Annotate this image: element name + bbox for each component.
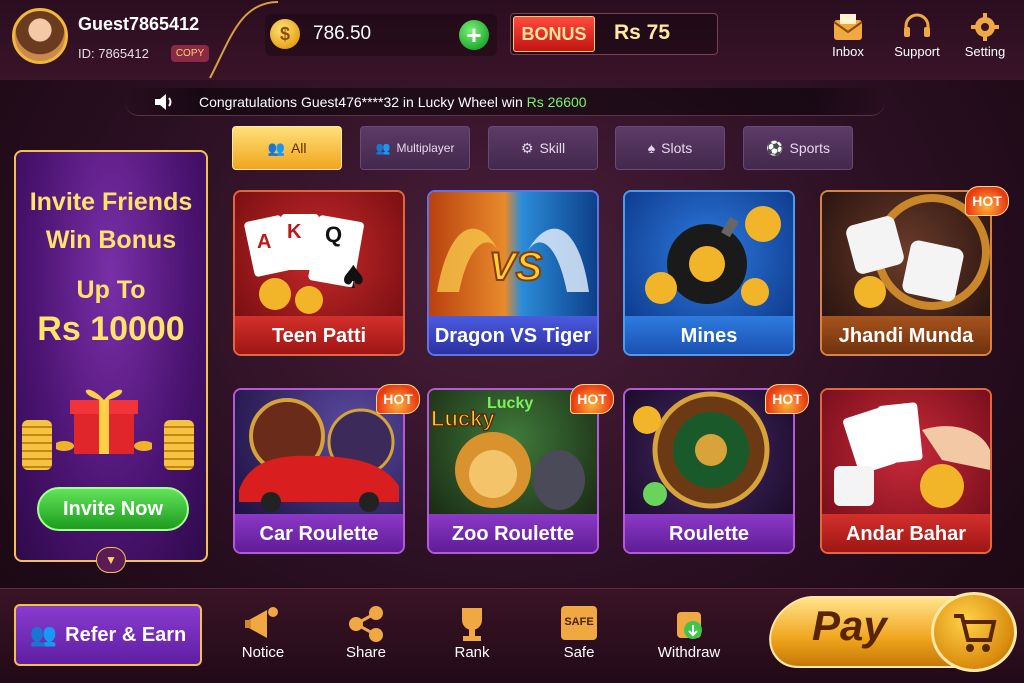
invite-amount: Rs 10000 (37, 310, 185, 348)
bonus-tag: BONUS (513, 16, 595, 52)
refer-earn-button[interactable]: 👥 Refer & Earn (14, 604, 202, 666)
tab-slots-label: Slots (661, 140, 693, 156)
cart-icon (954, 614, 997, 652)
teen-patti-art: A K Q ♠ (235, 192, 403, 316)
top-nav-setting[interactable]: Setting (950, 10, 1020, 59)
invite-title-1: Invite Friends (29, 188, 193, 216)
safe-label: Safe (563, 644, 595, 661)
rank-label: Rank (454, 644, 490, 661)
balance-value: 786.50 (313, 23, 372, 44)
vs-label: VS (489, 245, 543, 289)
game-title: Car Roulette (235, 514, 403, 552)
marquee-message: Congratulations Guest476****32 in Lucky … (199, 94, 523, 110)
lucky-top-label: Lucky (487, 395, 533, 412)
support-label: Support (894, 44, 940, 59)
card-q-label: Q (325, 222, 342, 247)
cart-button[interactable] (931, 592, 1017, 672)
safe-badge-label: SAFE (564, 616, 594, 628)
trophy-icon (462, 608, 482, 641)
username: Guest7865412 (78, 14, 200, 34)
game-title: Roulette (625, 514, 793, 552)
game-card-andar-bahar[interactable]: Andar Bahar (820, 388, 992, 554)
inbox-icon (831, 10, 865, 44)
withdraw-label: Withdraw (657, 644, 721, 661)
setting-label: Setting (964, 44, 1006, 59)
nav-withdraw[interactable]: Withdraw (649, 604, 729, 661)
marquee-text: Congratulations Guest476****32 in Lucky … (199, 94, 587, 110)
top-nav-support[interactable]: Support (882, 10, 952, 59)
nav-safe[interactable]: SAFE Safe (539, 604, 619, 661)
game-title: Andar Bahar (822, 514, 990, 552)
nav-share[interactable]: Share (326, 604, 406, 661)
skill-icon: ⚙ (520, 139, 534, 156)
game-title: Jhandi Munda (822, 316, 990, 354)
tab-multiplayer-label: Multiplayer (396, 141, 455, 155)
dragon-tiger-art: VS (429, 192, 597, 316)
card-k-label: K (287, 221, 302, 243)
coin-stack-left (22, 420, 52, 470)
slots-icon: ♠ (647, 140, 656, 156)
notice-label: Notice (241, 644, 285, 661)
avatar[interactable] (12, 8, 68, 64)
tab-skill-label: Skill (539, 140, 566, 156)
mines-art (625, 192, 793, 316)
tab-all[interactable]: 👥 All (232, 126, 342, 170)
tab-sports[interactable]: ⚽ Sports (743, 126, 853, 170)
pay-label: Pay (812, 602, 887, 649)
tab-skill[interactable]: ⚙ Skill (488, 126, 598, 170)
nav-notice[interactable]: Notice (223, 604, 303, 661)
game-title: Dragon VS Tiger (429, 316, 597, 354)
invite-now-button[interactable]: Invite Now (37, 487, 189, 531)
sports-icon: ⚽ (766, 139, 784, 156)
marquee-amount: Rs 26600 (526, 94, 587, 110)
card-a-label: A (257, 231, 271, 253)
invite-up-to: Up To (76, 276, 146, 304)
share-label: Share (345, 644, 387, 661)
game-card-dragon-vs-tiger[interactable]: VS Dragon VS Tiger (427, 190, 599, 356)
hot-badge: HOT (965, 186, 1009, 216)
multiplayer-icon: 👥 (375, 141, 391, 155)
gift-box-icon (56, 389, 152, 454)
tab-all-label: All (290, 140, 307, 156)
share-icon (349, 606, 383, 642)
hot-badge: HOT (570, 384, 614, 414)
withdraw-icon (677, 612, 702, 639)
add-cash-button[interactable]: + (459, 20, 489, 50)
speaker-icon (155, 94, 172, 110)
inbox-label: Inbox (832, 44, 864, 59)
tab-slots[interactable]: ♠ Slots (615, 126, 725, 170)
nav-rank[interactable]: Rank (432, 604, 512, 661)
tab-multiplayer[interactable]: 👥 Multiplayer (360, 126, 470, 170)
safe-icon: SAFE (559, 604, 599, 644)
game-title: Zoo Roulette (429, 514, 597, 552)
refer-earn-label: Refer & Earn (65, 623, 187, 646)
users-icon: 👥 (29, 622, 58, 647)
game-title: Teen Patti (235, 316, 403, 354)
gear-icon (968, 10, 1002, 44)
game-card-teen-patti[interactable]: A K Q ♠ Teen Patti (233, 190, 405, 356)
svg-text:♠: ♠ (339, 258, 368, 296)
lucky-left-label: Lucky (431, 406, 495, 431)
headset-icon (900, 10, 934, 44)
bonus-value: Rs 75 (614, 21, 671, 44)
coin-stack-right (164, 420, 194, 470)
megaphone-icon (245, 607, 278, 638)
user-id: ID: 7865412 (78, 46, 149, 61)
chevron-down-icon[interactable]: ▼ (96, 547, 126, 573)
hot-badge: HOT (376, 384, 420, 414)
game-card-mines[interactable]: Mines (623, 190, 795, 356)
users-icon: 👥 (267, 139, 285, 156)
tab-sports-label: Sports (789, 140, 830, 156)
invite-title-2: Win Bonus (45, 226, 177, 254)
top-nav-inbox[interactable]: Inbox (813, 10, 883, 59)
hot-badge: HOT (765, 384, 809, 414)
andar-bahar-art (822, 390, 990, 514)
coin-icon: $ (270, 19, 300, 49)
game-title: Mines (625, 316, 793, 354)
